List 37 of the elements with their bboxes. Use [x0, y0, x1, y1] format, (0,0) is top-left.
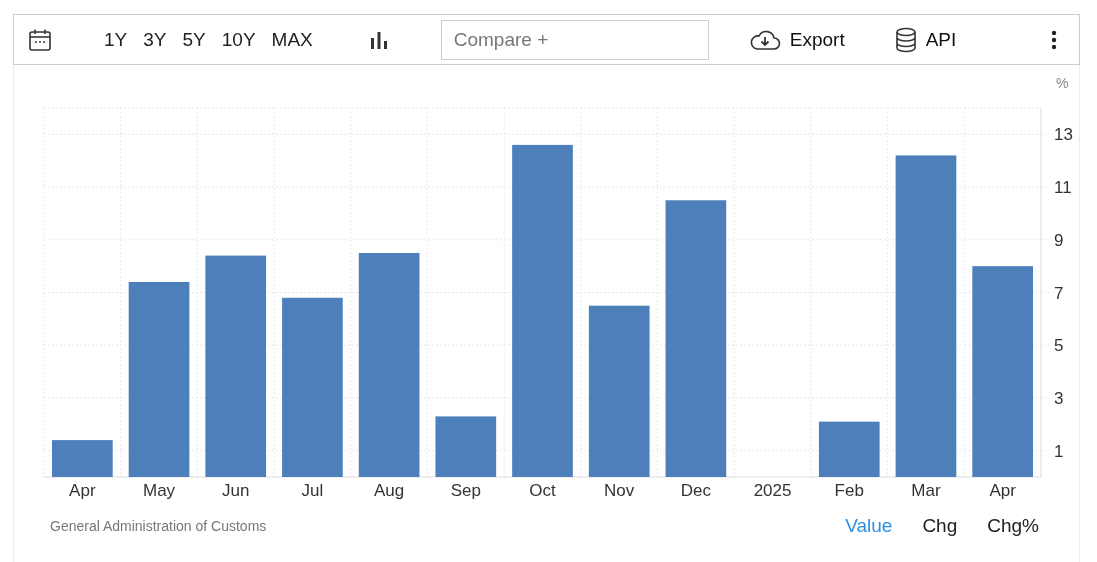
range-button[interactable]: 10Y [213, 28, 264, 51]
x-axis-label: Aug [374, 481, 405, 500]
x-axis-label: Apr [989, 481, 1016, 500]
range-button[interactable]: 1Y [96, 28, 136, 51]
x-axis-label: Sep [450, 481, 481, 500]
x-axis-label: 2025 [753, 481, 792, 500]
y-axis-label: 1 [1054, 441, 1064, 461]
range-button[interactable]: 5Y [174, 28, 214, 51]
x-axis-label: Jun [222, 481, 250, 500]
x-axis-label: Feb [834, 481, 864, 500]
y-axis-label: 3 [1054, 388, 1064, 408]
x-axis-label: May [143, 481, 176, 500]
x-axis-label: Apr [69, 481, 96, 500]
y-axis-label: 5 [1054, 336, 1064, 356]
view-tab[interactable]: Chg% [987, 515, 1039, 537]
range-button[interactable]: MAX [263, 28, 321, 51]
export-button[interactable]: Export [748, 28, 845, 51]
more-icon[interactable] [1051, 29, 1057, 50]
y-axis-label: 9 [1054, 230, 1064, 250]
api-button[interactable]: API [894, 26, 957, 53]
unit-label: % [1056, 75, 1069, 91]
y-axis-label: 7 [1054, 283, 1064, 303]
cloud-download-icon [748, 28, 781, 51]
x-axis-label: Jul [301, 481, 324, 500]
calendar-icon[interactable] [28, 27, 52, 52]
x-axis-label: Oct [529, 481, 556, 500]
y-axis-label: 11 [1054, 178, 1072, 198]
x-axis-label: Mar [911, 481, 941, 500]
x-axis-label: Nov [604, 481, 635, 500]
compare-field[interactable]: Compare + [440, 19, 709, 60]
view-tab[interactable]: Chg [922, 515, 958, 537]
database-icon [894, 26, 917, 53]
source-text: General Administration of Customs [50, 518, 267, 534]
y-axis-label: 13 [1054, 125, 1073, 145]
x-axis-label: Dec [680, 481, 711, 500]
range-button[interactable]: 3Y [135, 28, 175, 51]
bar-chart-icon[interactable] [368, 29, 389, 50]
